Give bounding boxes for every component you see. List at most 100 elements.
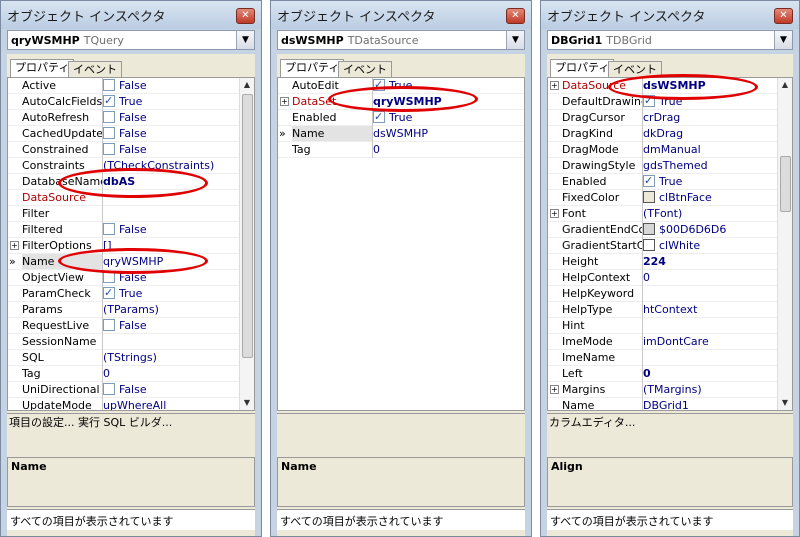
- expand-icon[interactable]: +: [550, 81, 559, 90]
- property-value[interactable]: $00D6D6D6: [643, 222, 777, 238]
- property-value[interactable]: []: [103, 238, 239, 254]
- property-row[interactable]: » Name qryWSMHP: [8, 254, 239, 270]
- property-row[interactable]: GradientEndColor $00D6D6D6: [548, 222, 777, 238]
- column-divider[interactable]: [372, 78, 373, 158]
- property-value[interactable]: dmManual: [643, 142, 777, 158]
- property-value[interactable]: 0: [643, 270, 777, 286]
- property-value[interactable]: qryWSMHP: [373, 94, 524, 110]
- scrollbar-thumb[interactable]: [242, 94, 253, 358]
- close-button[interactable]: ✕: [774, 8, 793, 24]
- property-row[interactable]: Tag 0: [8, 366, 239, 382]
- property-value[interactable]: (TParams): [103, 302, 239, 318]
- dropdown-button[interactable]: ▼: [774, 31, 792, 49]
- property-row[interactable]: ParamCheck True: [8, 286, 239, 302]
- tab-events[interactable]: イベント: [608, 61, 662, 77]
- property-value[interactable]: False: [103, 126, 239, 142]
- property-row[interactable]: Tag 0: [278, 142, 524, 158]
- property-value[interactable]: False: [103, 318, 239, 334]
- property-row[interactable]: DefaultDrawing True: [548, 94, 777, 110]
- dropdown-button[interactable]: ▼: [506, 31, 524, 49]
- property-row[interactable]: + Margins (TMargins): [548, 382, 777, 398]
- scroll-up-icon[interactable]: ▲: [778, 78, 792, 92]
- checkbox[interactable]: [643, 174, 655, 189]
- property-row[interactable]: DatabaseName dbAS: [8, 174, 239, 190]
- tab-properties[interactable]: プロパティ: [280, 59, 345, 78]
- property-value[interactable]: DBGrid1: [643, 398, 777, 410]
- property-value[interactable]: 0: [643, 366, 777, 382]
- property-row[interactable]: Enabled True: [548, 174, 777, 190]
- checkbox[interactable]: [103, 79, 115, 91]
- property-row[interactable]: AutoEdit True: [278, 78, 524, 94]
- checkbox[interactable]: [103, 111, 115, 123]
- vertical-scrollbar[interactable]: ▲ ▼: [239, 78, 254, 410]
- property-row[interactable]: HelpKeyword: [548, 286, 777, 302]
- property-row[interactable]: DragCursor crDrag: [548, 110, 777, 126]
- property-row[interactable]: DragMode dmManual: [548, 142, 777, 158]
- property-row[interactable]: ObjectView False: [8, 270, 239, 286]
- property-row[interactable]: DrawingStyle gdsThemed: [548, 158, 777, 174]
- property-value[interactable]: imDontCare: [643, 334, 777, 350]
- checkbox[interactable]: [103, 383, 115, 395]
- property-value[interactable]: False: [103, 78, 239, 94]
- property-value[interactable]: False: [103, 110, 239, 126]
- property-value[interactable]: dbAS: [103, 174, 239, 190]
- property-value[interactable]: (TMargins): [643, 382, 777, 398]
- property-value[interactable]: False: [103, 142, 239, 158]
- property-value[interactable]: dsWSMHP: [643, 78, 777, 94]
- property-value[interactable]: clWhite: [643, 238, 777, 254]
- checkbox[interactable]: [103, 286, 115, 301]
- property-value[interactable]: dkDrag: [643, 126, 777, 142]
- property-row[interactable]: + FilterOptions []: [8, 238, 239, 254]
- property-row[interactable]: ImeMode imDontCare: [548, 334, 777, 350]
- property-row[interactable]: AutoCalcFields True: [8, 94, 239, 110]
- property-value[interactable]: True: [643, 174, 777, 190]
- property-value[interactable]: 0: [373, 142, 524, 158]
- expand-icon[interactable]: +: [550, 209, 559, 218]
- property-grid[interactable]: AutoEdit True +DataSet qryWSMHP Enabled True »…: [277, 77, 525, 411]
- checkbox[interactable]: [103, 319, 115, 331]
- property-row[interactable]: Hint: [548, 318, 777, 334]
- property-row[interactable]: Constrained False: [8, 142, 239, 158]
- property-value[interactable]: (TCheckConstraints): [103, 158, 239, 174]
- property-grid[interactable]: +DataSourcedsWSMHPDefaultDrawingTrueDrag…: [547, 77, 793, 411]
- property-value[interactable]: [103, 206, 239, 222]
- property-value[interactable]: crDrag: [643, 110, 777, 126]
- property-value[interactable]: False: [103, 382, 239, 398]
- checkbox[interactable]: [103, 94, 115, 109]
- property-row[interactable]: + DataSet qryWSMHP: [278, 94, 524, 110]
- property-value[interactable]: False: [103, 222, 239, 238]
- column-divider[interactable]: [102, 78, 103, 410]
- checkbox[interactable]: [103, 143, 115, 155]
- checkbox[interactable]: [643, 94, 655, 109]
- property-value[interactable]: 224: [643, 254, 777, 270]
- property-row[interactable]: Enabled True: [278, 110, 524, 126]
- property-row[interactable]: SessionName: [8, 334, 239, 350]
- scroll-down-icon[interactable]: ▼: [778, 396, 792, 410]
- tab-events[interactable]: イベント: [338, 61, 392, 77]
- close-button[interactable]: ✕: [506, 8, 525, 24]
- checkbox[interactable]: [103, 223, 115, 235]
- component-selector[interactable]: qryWSMHP TQuery ▼: [7, 30, 255, 50]
- property-row[interactable]: Height 224: [548, 254, 777, 270]
- property-row[interactable]: UniDirectional False: [8, 382, 239, 398]
- property-value[interactable]: (TStrings): [103, 350, 239, 366]
- checkbox[interactable]: [103, 271, 115, 283]
- property-row[interactable]: Name DBGrid1: [548, 398, 777, 410]
- property-row[interactable]: GradientStartColor clWhite: [548, 238, 777, 254]
- scrollbar-thumb[interactable]: [780, 156, 791, 212]
- property-row[interactable]: Params (TParams): [8, 302, 239, 318]
- property-value[interactable]: (TFont): [643, 206, 777, 222]
- scroll-down-icon[interactable]: ▼: [240, 396, 254, 410]
- property-row[interactable]: UpdateMode upWhereAll: [8, 398, 239, 410]
- property-row[interactable]: Constraints (TCheckConstraints): [8, 158, 239, 174]
- property-row[interactable]: Active False: [8, 78, 239, 94]
- property-value[interactable]: upWhereAll: [103, 398, 239, 410]
- property-row[interactable]: Left 0: [548, 366, 777, 382]
- property-row[interactable]: Filter: [8, 206, 239, 222]
- property-row[interactable]: FixedColor clBtnFace: [548, 190, 777, 206]
- property-value[interactable]: True: [103, 286, 239, 302]
- checkbox[interactable]: [373, 78, 385, 93]
- component-selector[interactable]: DBGrid1 TDBGrid ▼: [547, 30, 793, 50]
- property-value[interactable]: qryWSMHP: [103, 254, 239, 270]
- property-value[interactable]: True: [373, 78, 524, 94]
